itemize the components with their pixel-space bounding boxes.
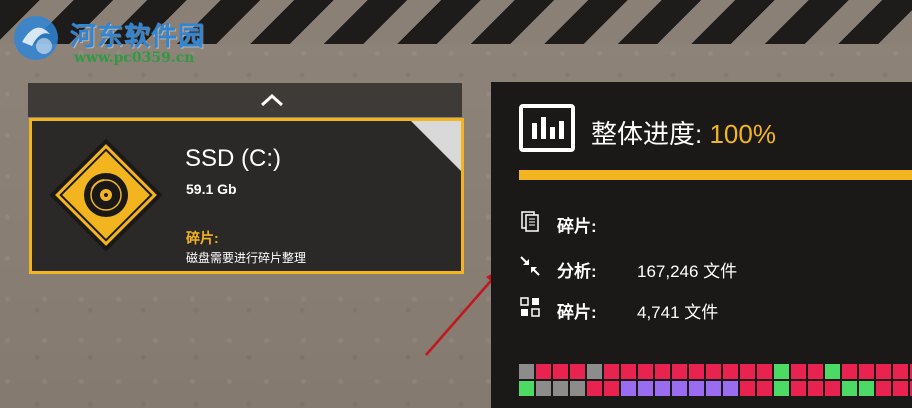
disk-block (536, 364, 551, 379)
disk-block (740, 381, 755, 396)
disk-block (604, 381, 619, 396)
progress-panel: 整体进度: 100% 碎片: 分析: 167,246 文件 碎片: 4,741 … (491, 82, 912, 408)
disk-block (842, 381, 857, 396)
selection-corner (411, 121, 461, 171)
disk-block (638, 364, 653, 379)
chart-icon (519, 104, 575, 152)
disk-block (808, 381, 823, 396)
disk-block (774, 364, 789, 379)
watermark-title: 河东软件园 (70, 22, 206, 52)
disk-block (553, 364, 568, 379)
stat-label: 分析: (557, 262, 597, 281)
disk-block (723, 364, 738, 379)
stat-label: 碎片: (557, 217, 597, 236)
watermark: 河东软件园 www.pc0359.cn (6, 8, 216, 68)
disk-block (791, 381, 806, 396)
disk-block-map (519, 364, 912, 408)
drive-status-label: 碎片: (186, 230, 219, 246)
disk-block (791, 364, 806, 379)
disk-block (706, 364, 721, 379)
disk-block (672, 381, 687, 396)
disk-block (587, 381, 602, 396)
stat-row-fragmented: 碎片: 4,741 文件 (519, 296, 909, 322)
disk-block (893, 364, 908, 379)
document-icon (521, 211, 539, 232)
disk-block (808, 364, 823, 379)
disk-block (604, 364, 619, 379)
disk-block (621, 381, 636, 396)
disk-block (859, 364, 874, 379)
disk-warning-icon (49, 138, 163, 252)
progress-bar (519, 170, 912, 180)
stat-row-fragments: 碎片: (519, 210, 909, 236)
disk-block (570, 364, 585, 379)
disk-block (825, 364, 840, 379)
disk-block (672, 364, 687, 379)
stat-value: 167,246 文件 (637, 262, 738, 281)
disk-block (570, 381, 585, 396)
drive-size: 59.1 Gb (186, 181, 237, 197)
chevron-up-icon[interactable] (259, 93, 285, 107)
drive-status-text: 磁盘需要进行碎片整理 (186, 251, 307, 265)
progress-title: 整体进度: 100% (591, 114, 776, 151)
disk-block (893, 381, 908, 396)
drive-name: SSD (C:) (185, 145, 281, 172)
disk-block (536, 381, 551, 396)
disk-block (859, 381, 874, 396)
disk-block (774, 381, 789, 396)
disk-block (723, 381, 738, 396)
stat-row-analysis: 分析: 167,246 文件 (519, 255, 909, 281)
disk-block (706, 381, 721, 396)
disk-block (638, 381, 653, 396)
disk-block (876, 381, 891, 396)
disk-block (519, 364, 534, 379)
disk-block (757, 381, 772, 396)
progress-value: 100% (709, 119, 776, 149)
disk-block (621, 364, 636, 379)
disk-block (740, 364, 755, 379)
watermark-logo-icon (14, 16, 58, 60)
disk-block (876, 364, 891, 379)
disk-block (689, 381, 704, 396)
disk-block (757, 364, 772, 379)
disk-block (587, 364, 602, 379)
disk-block (553, 381, 568, 396)
grid-icon (520, 297, 540, 317)
disk-block (655, 364, 670, 379)
stat-value: 4,741 文件 (637, 303, 719, 322)
drive-card[interactable]: SSD (C:) 59.1 Gb 碎片: 磁盘需要进行碎片整理 (29, 118, 464, 274)
disk-block (842, 364, 857, 379)
watermark-url: www.pc0359.cn (74, 50, 195, 66)
disk-block (655, 381, 670, 396)
stat-label: 碎片: (557, 303, 597, 322)
disk-block (825, 381, 840, 396)
analyze-icon (520, 256, 540, 276)
progress-label: 整体进度: (591, 119, 703, 149)
collapse-bar[interactable] (28, 83, 462, 117)
disk-block (689, 364, 704, 379)
disk-block (519, 381, 534, 396)
